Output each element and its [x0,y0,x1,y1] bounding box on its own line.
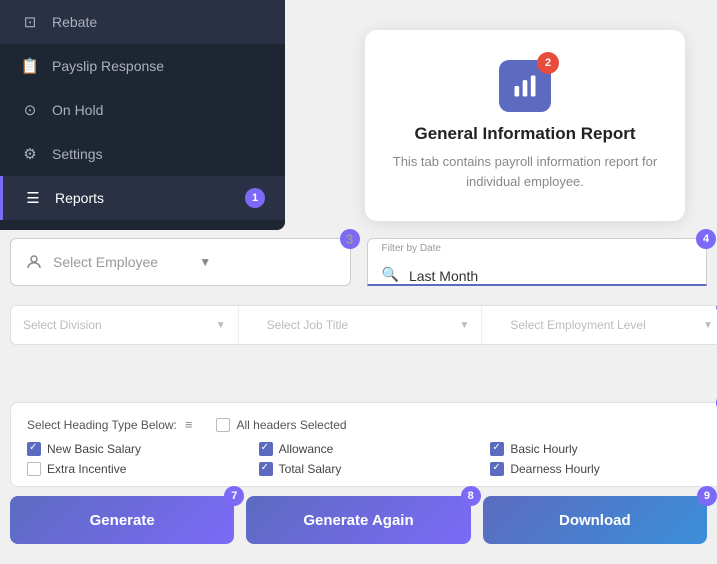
allowance-checkbox[interactable] [259,442,273,456]
info-card-icon-container: 2 [499,60,551,112]
sidebar-item-rebate[interactable]: ⊡ Rebate [0,0,285,44]
division-arrow: ▼ [216,320,226,331]
division-placeholder: Select Division [23,318,102,332]
heading-top: Select Heading Type Below: ≡ All headers… [27,417,710,432]
job-title-placeholder: Select Job Title [267,318,348,332]
sidebar-item-settings[interactable]: ⚙ Settings [0,132,285,176]
dearness-hourly-label: Dearness Hourly [510,462,599,476]
reports-icon: ☰ [23,188,43,208]
step-badge-7: 7 [224,486,244,506]
settings-icon: ⚙ [20,144,40,164]
generate-label: Generate [90,512,155,529]
checkbox-basic-hourly[interactable]: Basic Hourly [490,442,710,456]
employee-select[interactable]: Select Employee ▼ 3 [10,238,351,286]
step-badge-1: 1 [245,188,265,208]
date-filter[interactable]: Filter by Date 🔍 Last Month 4 [367,238,708,286]
heading-section: Select Heading Type Below: ≡ All headers… [10,402,717,487]
sidebar-item-payslip[interactable]: 📋 Payslip Response [0,44,285,88]
employment-level-placeholder: Select Employment Level [510,318,645,332]
search-icon: 🔍 [382,266,399,283]
basic-hourly-checkbox[interactable] [490,442,504,456]
division-select[interactable]: Select Division ▼ [11,306,239,344]
filter-icon: ≡ [185,417,193,432]
checkbox-extra-incentive[interactable]: Extra Incentive [27,462,247,476]
basic-hourly-label: Basic Hourly [510,442,577,456]
generate-again-label: Generate Again [303,512,413,529]
step-badge-4: 4 [696,229,716,249]
sidebar-item-label: Rebate [52,14,97,30]
employee-placeholder: Select Employee [53,254,189,270]
checkbox-dearness-hourly[interactable]: Dearness Hourly [490,462,710,476]
all-headers-checkbox[interactable] [216,418,230,432]
step-badge-9: 9 [697,486,717,506]
total-salary-label: Total Salary [279,462,342,476]
date-label: Filter by Date [382,243,441,254]
dearness-hourly-checkbox[interactable] [490,462,504,476]
sidebar-item-label: Payslip Response [52,58,164,74]
info-card-title: General Information Report [389,124,661,144]
sidebar-item-label: On Hold [52,102,103,118]
employee-arrow: ▼ [199,255,335,269]
sidebar-item-reports[interactable]: ☰ Reports 1 [0,176,285,220]
step-badge-8: 8 [461,486,481,506]
info-card: 2 General Information Report This tab co… [365,30,685,221]
step-badge-3: 3 [340,229,360,249]
checkbox-grid: New Basic Salary Allowance Basic Hourly … [27,442,710,476]
payslip-icon: 📋 [20,56,40,76]
generate-button[interactable]: Generate 7 [10,496,234,544]
checkbox-new-basic-salary[interactable]: New Basic Salary [27,442,247,456]
person-icon [25,253,43,271]
checkbox-allowance[interactable]: Allowance [259,442,479,456]
extra-incentive-checkbox[interactable] [27,462,41,476]
employment-level-select[interactable]: Select Employment Level ▼ [498,306,717,344]
generate-again-button[interactable]: Generate Again 8 [246,496,470,544]
sidebar: ⊡ Rebate 📋 Payslip Response ⊙ On Hold ⚙ … [0,0,285,230]
new-basic-salary-checkbox[interactable] [27,442,41,456]
sidebar-item-label: Settings [52,146,103,162]
division-row: Select Division ▼ Select Job Title ▼ Sel… [10,305,717,345]
extra-incentive-label: Extra Incentive [47,462,126,476]
download-label: Download [559,512,631,529]
sidebar-item-onhold[interactable]: ⊙ On Hold [0,88,285,132]
employment-level-arrow: ▼ [703,320,713,331]
all-headers-label: All headers Selected [236,418,346,432]
rebate-icon: ⊡ [20,12,40,32]
sidebar-item-label: Reports [55,190,104,206]
allowance-label: Allowance [279,442,334,456]
checkbox-total-salary[interactable]: Total Salary [259,462,479,476]
buttons-row: Generate 7 Generate Again 8 Download 9 [10,496,707,544]
total-salary-checkbox[interactable] [259,462,273,476]
info-card-description: This tab contains payroll information re… [389,152,661,191]
job-title-select[interactable]: Select Job Title ▼ [255,306,483,344]
date-value: Last Month [409,268,478,284]
chart-icon [511,72,539,100]
step-badge-2: 2 [537,52,559,74]
onhold-icon: ⊙ [20,100,40,120]
job-title-arrow: ▼ [459,320,469,331]
filter-row: Select Employee ▼ 3 Filter by Date 🔍 Las… [10,238,707,286]
all-headers[interactable]: All headers Selected [216,418,346,432]
new-basic-salary-label: New Basic Salary [47,442,141,456]
heading-top-label: Select Heading Type Below: [27,418,177,432]
download-button[interactable]: Download 9 [483,496,707,544]
